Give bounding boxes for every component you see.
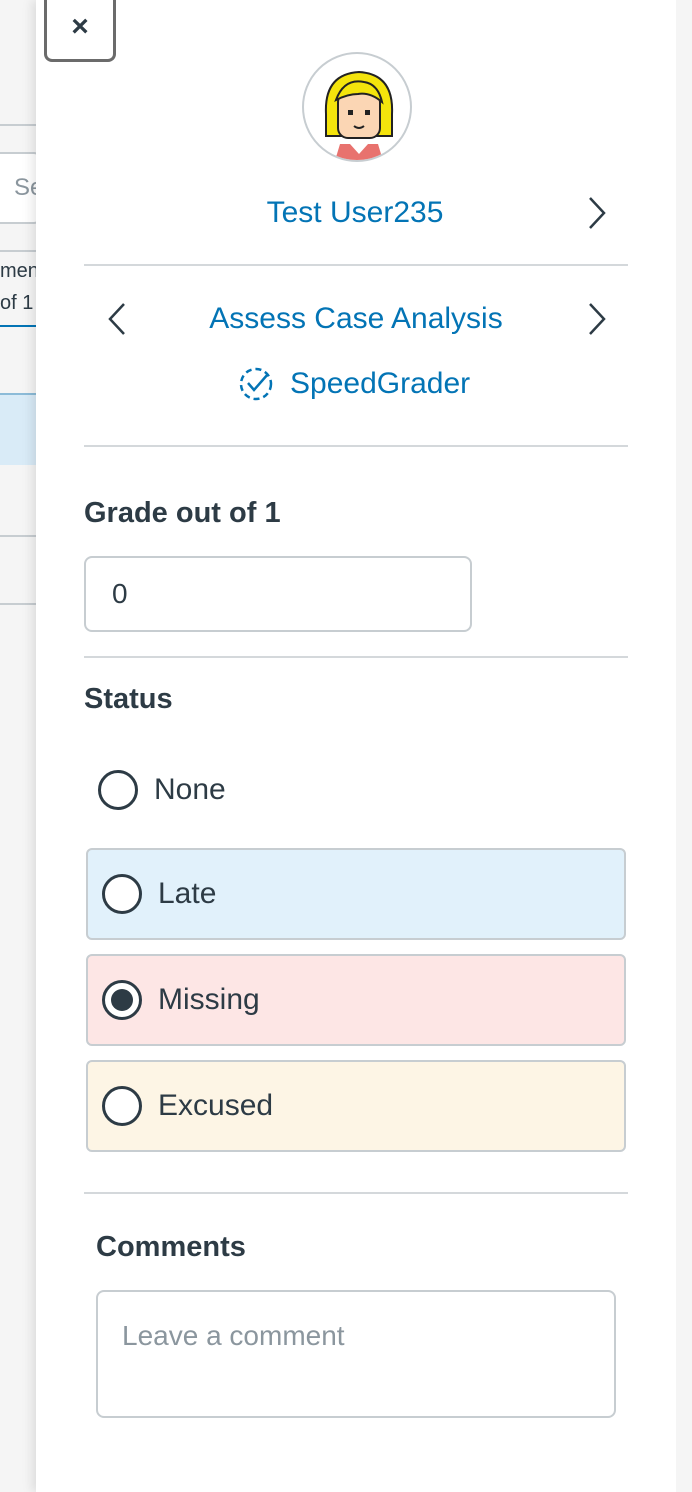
- status-label: Status: [84, 683, 173, 715]
- divider: [0, 250, 40, 252]
- assignment-name-link[interactable]: Assess Case Analysis: [84, 302, 628, 336]
- status-option-none[interactable]: None: [84, 744, 624, 836]
- status-option-label: Late: [158, 877, 217, 910]
- background-highlight-row: [0, 393, 40, 465]
- divider: [84, 656, 628, 658]
- grade-label: Grade out of 1: [84, 497, 281, 529]
- radio-button[interactable]: [102, 874, 142, 914]
- avatar-icon: [324, 70, 394, 160]
- divider: [0, 124, 40, 126]
- background-underline: [0, 325, 40, 327]
- background-text: of 1: [0, 292, 34, 314]
- grade-value: 0: [112, 578, 128, 609]
- close-button[interactable]: ×: [44, 0, 116, 62]
- speedgrader-link[interactable]: SpeedGrader: [234, 366, 470, 402]
- status-option-missing[interactable]: Missing: [86, 954, 626, 1046]
- status-option-late[interactable]: Late: [86, 848, 626, 940]
- status-option-label: Missing: [158, 983, 260, 1016]
- grade-input[interactable]: 0: [84, 556, 472, 632]
- status-option-excused[interactable]: Excused: [86, 1060, 626, 1152]
- status-option-label: Excused: [158, 1089, 274, 1122]
- comment-textarea[interactable]: Leave a comment: [96, 1290, 616, 1418]
- chevron-right-icon: [589, 303, 606, 335]
- divider: [84, 1192, 628, 1194]
- chevron-right-icon: [589, 197, 606, 229]
- background-text: men: [0, 260, 39, 282]
- divider: [84, 445, 628, 447]
- radio-button[interactable]: [102, 1086, 142, 1126]
- comment-placeholder: Leave a comment: [122, 1320, 345, 1351]
- background-row: [0, 535, 40, 605]
- next-assignment-button[interactable]: [580, 299, 614, 339]
- radio-button-selected[interactable]: [102, 980, 142, 1020]
- radio-button[interactable]: [98, 770, 138, 810]
- close-icon: ×: [71, 9, 89, 43]
- divider: [84, 264, 628, 266]
- comments-label: Comments: [96, 1231, 246, 1263]
- status-option-label: None: [154, 773, 226, 806]
- avatar: [302, 52, 412, 162]
- next-student-button[interactable]: [580, 193, 614, 233]
- speedgrader-label: SpeedGrader: [290, 367, 471, 400]
- speedgrader-icon: [239, 367, 273, 401]
